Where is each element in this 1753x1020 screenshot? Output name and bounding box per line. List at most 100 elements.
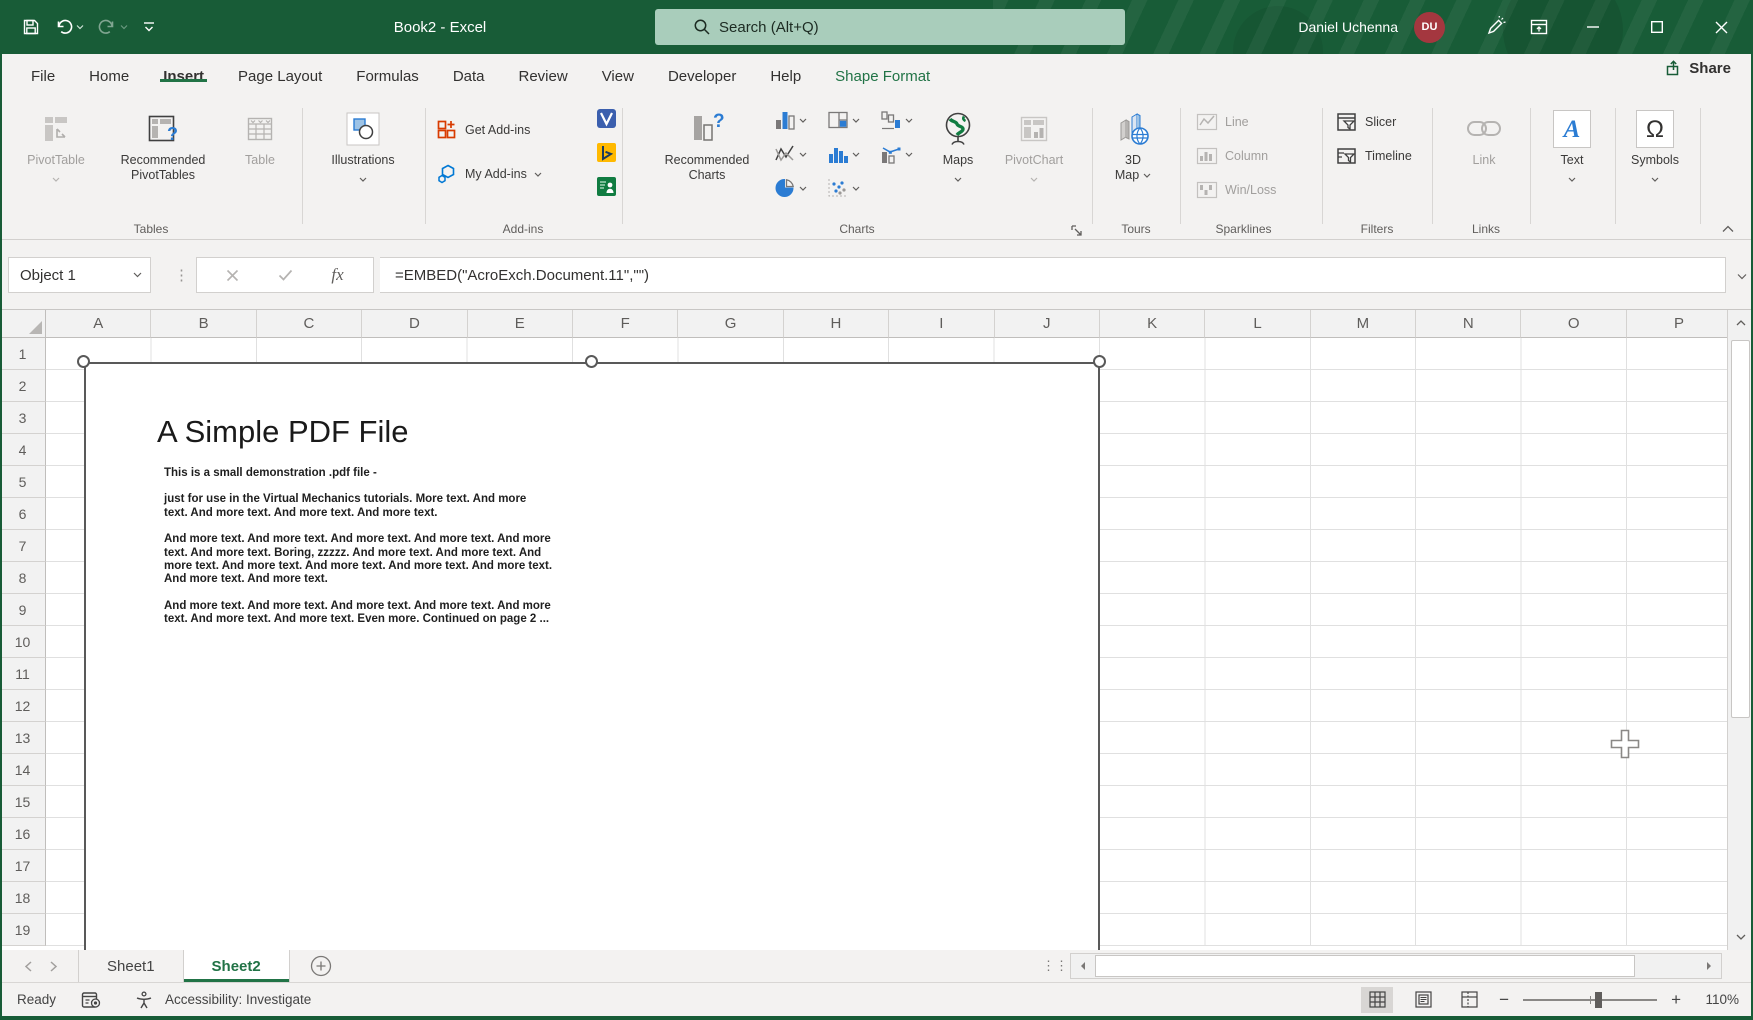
ribbon-tab[interactable]: Help [753,68,818,85]
maximize-button[interactable] [1625,0,1689,54]
column-header[interactable]: F [573,310,678,338]
zoom-slider-thumb[interactable] [1595,992,1602,1008]
scroll-left-icon[interactable] [1071,954,1095,978]
sparkline-column-button[interactable]: Column [1196,144,1268,168]
column-header[interactable]: K [1100,310,1205,338]
row-header[interactable]: 19 [0,914,46,946]
avatar[interactable]: DU [1414,12,1445,43]
worksheet-grid[interactable]: ABCDEFGHIJKLMNOP 12345678910111213141516… [0,309,1753,950]
row-header[interactable]: 7 [0,530,46,562]
normal-view-button[interactable] [1361,987,1393,1013]
scroll-up-icon[interactable] [1728,310,1753,336]
embedded-pdf-object[interactable]: A Simple PDF File This is a small demons… [84,362,1100,950]
insert-statistic-chart-button[interactable] [827,144,860,164]
tab-splitter-handle[interactable]: ⋮⋮ [1042,950,1068,982]
row-header[interactable]: 12 [0,690,46,722]
column-header[interactable]: P [1627,310,1727,338]
insert-function-icon[interactable]: fx [331,265,343,285]
row-header[interactable]: 13 [0,722,46,754]
column-header[interactable]: M [1311,310,1416,338]
macro-record-icon[interactable] [81,991,101,1009]
row-header[interactable]: 6 [0,498,46,530]
recommended-pivottables-button[interactable]: ? Recommended PivotTables [102,106,224,183]
link-button[interactable]: Link [1456,106,1512,168]
illustrations-button[interactable]: Illustrations [314,106,412,186]
row-header[interactable]: 9 [0,594,46,626]
column-header[interactable]: A [46,310,151,338]
get-addins-button[interactable]: Get Add-ins [436,118,530,142]
ribbon-tab[interactable]: View [585,68,651,85]
sparkline-winloss-button[interactable]: Win/Loss [1196,178,1276,202]
minimize-button[interactable] [1561,0,1625,54]
row-header[interactable]: 15 [0,786,46,818]
page-break-preview-button[interactable] [1453,987,1485,1013]
insert-pie-chart-button[interactable] [774,178,807,198]
insert-column-chart-button[interactable] [774,110,807,130]
column-header[interactable]: H [784,310,889,338]
timeline-button[interactable]: Timeline [1336,144,1412,168]
table-button[interactable]: Table [232,106,288,168]
column-header[interactable]: C [257,310,362,338]
insert-combo-chart-button[interactable] [880,144,913,164]
row-header[interactable]: 17 [0,850,46,882]
ribbon-tab[interactable]: Insert [146,68,221,85]
pivottable-button[interactable]: PivotTable [14,106,98,186]
sheet-tab[interactable]: Sheet2 [184,950,290,982]
close-button[interactable] [1689,0,1753,54]
save-icon[interactable] [22,18,40,36]
ribbon-tab[interactable]: Developer [651,68,753,85]
column-header[interactable]: I [889,310,994,338]
user-name[interactable]: Daniel Uchenna [1298,19,1398,35]
ribbon-tab[interactable]: Page Layout [221,68,339,85]
accessibility-status[interactable]: Accessibility: Investigate [165,992,311,1007]
object-resize-handle-top-right[interactable] [1093,355,1106,368]
zoom-slider[interactable] [1523,999,1657,1001]
row-header[interactable]: 16 [0,818,46,850]
page-layout-view-button[interactable] [1407,987,1439,1013]
horizontal-scroll-thumb[interactable] [1095,955,1635,977]
sheet-tab[interactable]: Sheet1 [79,950,184,982]
maps-button[interactable]: Maps [930,106,986,186]
column-header[interactable]: D [362,310,467,338]
column-header[interactable]: B [151,310,256,338]
row-header[interactable]: 5 [0,466,46,498]
object-resize-handle-top-center[interactable] [585,355,598,368]
redo-button[interactable] [98,18,128,36]
insert-line-chart-button[interactable] [774,144,807,164]
row-header[interactable]: 4 [0,434,46,466]
row-header[interactable]: 18 [0,882,46,914]
column-header[interactable]: L [1205,310,1310,338]
row-header[interactable]: 14 [0,754,46,786]
row-header[interactable]: 2 [0,370,46,402]
column-header[interactable]: E [468,310,573,338]
vertical-scroll-thumb[interactable] [1731,340,1750,718]
insert-scatter-chart-button[interactable] [827,178,860,198]
ribbon-tab[interactable]: Formulas [339,68,436,85]
expand-formula-bar-icon[interactable] [1737,267,1747,285]
zoom-in-button[interactable]: + [1671,990,1681,1010]
object-resize-handle-top-left[interactable] [77,355,90,368]
column-header[interactable]: G [678,310,783,338]
row-header[interactable]: 11 [0,658,46,690]
new-sheet-button[interactable] [290,950,352,982]
ribbon-tab[interactable]: Home [72,68,146,85]
column-header[interactable]: O [1521,310,1626,338]
zoom-level[interactable]: 110% [1695,992,1739,1007]
slicer-button[interactable]: Slicer [1336,110,1396,134]
visio-addin-icon[interactable] [596,108,617,134]
row-header[interactable]: 1 [0,338,46,370]
column-header[interactable]: J [995,310,1100,338]
ribbon-tab[interactable]: Shape Format [818,68,947,85]
horizontal-scrollbar[interactable] [1070,953,1722,979]
my-addins-button[interactable]: My Add-ins [436,162,542,186]
ribbon-tab[interactable]: File [14,68,72,85]
cancel-icon[interactable] [226,269,239,282]
ribbon-tab[interactable]: Review [502,68,585,85]
select-all-corner[interactable] [0,310,46,338]
ribbon-tab[interactable]: Data [436,68,502,85]
column-header[interactable]: N [1416,310,1521,338]
pivotchart-button[interactable]: PivotChart [994,106,1074,186]
enter-icon[interactable] [278,269,293,281]
ink-pen-icon[interactable] [1473,0,1517,54]
collapse-ribbon-icon[interactable] [1722,220,1734,238]
